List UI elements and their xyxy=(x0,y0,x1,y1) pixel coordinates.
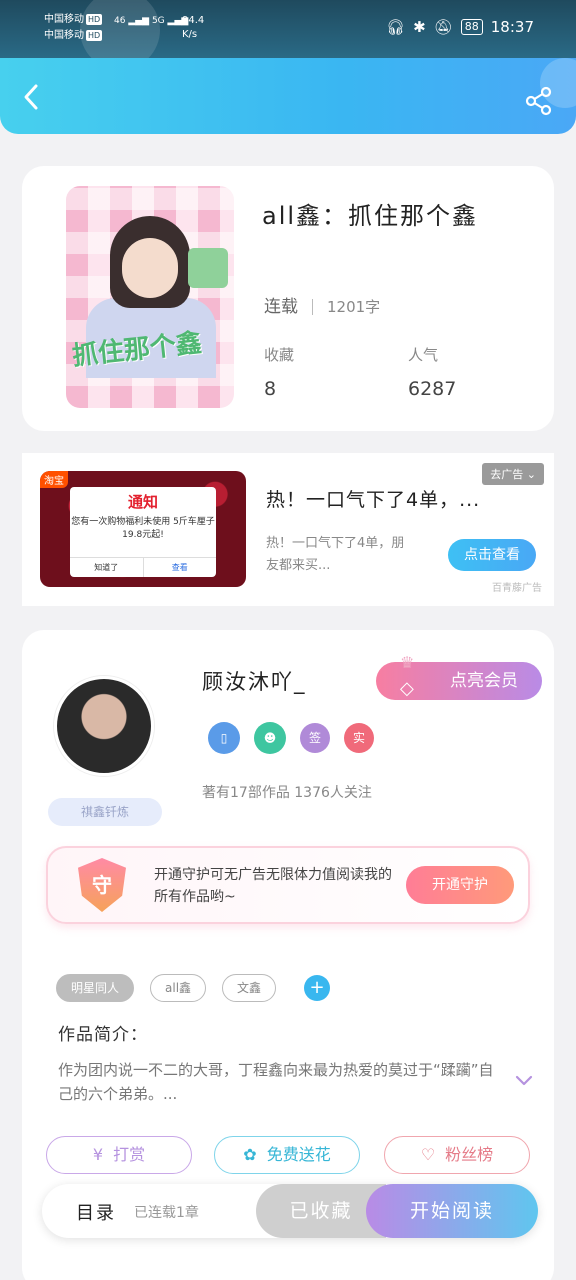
mute-bell-icon: 🔕︎ xyxy=(433,18,453,36)
ad-description: 热！一口气下了4单，朋友都来买... xyxy=(266,536,405,573)
guard-promo: 守 开通守护可无广告无限体力值阅读我的所有作品哟~ 开通守护 xyxy=(46,846,530,924)
ad-popup-title: 通知 xyxy=(127,493,158,511)
back-arrow-icon[interactable] xyxy=(18,82,48,112)
cover-art-face xyxy=(122,238,178,298)
bottom-action-bar: 目录 已连载1章 已收藏 开始阅读 xyxy=(42,1184,538,1238)
hd-badge: HD xyxy=(86,30,103,41)
network1-label: 46 xyxy=(114,16,126,26)
hd-badge: HD xyxy=(86,14,103,25)
divider xyxy=(312,299,313,315)
remove-ad-button[interactable]: 去广告 ⌄ xyxy=(482,463,544,485)
headphones-icon: 🎧︎ xyxy=(386,18,406,36)
ad-view-button[interactable]: 点击查看 xyxy=(448,539,536,571)
book-cover[interactable]: 抓住那个鑫 xyxy=(66,186,234,408)
send-flower-button[interactable]: ✿ 免费送花 xyxy=(214,1136,360,1174)
tag-item[interactable]: 明星同人 xyxy=(56,974,135,1002)
fan-group-badge[interactable]: 祺鑫钎炼 xyxy=(48,798,162,826)
battery-icon: 88 xyxy=(460,19,483,35)
guard-button[interactable]: 开通守护 xyxy=(406,866,514,904)
tag-item[interactable]: all鑫 xyxy=(150,974,207,1002)
user-heart-icon: ♡ xyxy=(420,1145,436,1164)
avatar[interactable] xyxy=(54,676,154,776)
book-title: all鑫：抓住那个鑫 xyxy=(262,202,479,230)
word-count: 1201字 xyxy=(327,298,381,316)
chevron-down-icon[interactable] xyxy=(514,1070,534,1090)
diamond-icon: ◇ xyxy=(400,678,414,699)
book-info-card: 抓住那个鑫 all鑫：抓住那个鑫 连载 1201字 收藏 8 人气 6287 xyxy=(22,166,554,431)
vip-button[interactable]: ♛ ◇ 点亮会员 xyxy=(376,653,542,700)
coin-icon: ¥ xyxy=(92,1145,104,1164)
vip-button-label: 点亮会员 xyxy=(450,671,518,691)
favorites-label: 收藏 xyxy=(264,346,295,364)
network-indicators: 46 ▂▄▆ 5G ▂▄▆ xyxy=(114,16,189,26)
author-card: 祺鑫钎炼 顾汝沐吖_ ♛ ◇ 点亮会员 ▯ ☻ 签 实 著有17部作品 1376… xyxy=(22,630,554,1280)
fans-label: 粉丝榜 xyxy=(445,1145,494,1164)
speed-unit: K/s xyxy=(182,29,198,40)
reward-label: 打赏 xyxy=(113,1145,146,1164)
app-header xyxy=(0,58,576,134)
ad-popup-view: 查看 xyxy=(142,558,217,577)
ad-popup: 通知 您有一次购物福利未使用 5斤车厘子19.8元起! 知道了 查看 xyxy=(70,487,216,577)
carrier1-label: 中国移动 xyxy=(44,14,84,25)
speed-value: 94.4 xyxy=(182,15,205,26)
carrier2-label: 中国移动 xyxy=(44,30,84,41)
flower-icon: ✿ xyxy=(243,1145,257,1164)
reward-button[interactable]: ¥ 打赏 xyxy=(46,1136,192,1174)
guard-text: 开通守护可无广告无限体力值阅读我的所有作品哟~ xyxy=(154,867,392,905)
ad-popup-body: 您有一次购物福利未使用 5斤车厘子19.8元起! xyxy=(71,517,215,540)
add-tag-icon[interactable]: + xyxy=(304,975,331,1001)
carrier-info: 中国移动 HD 中国移动 HD xyxy=(44,12,103,44)
intro-label: 作品简介： xyxy=(58,1025,148,1045)
ad-title: 热！一口气下了4单，... xyxy=(266,489,481,511)
bluetooth-icon: ✱ xyxy=(413,18,426,36)
author-badges: ▯ ☻ 签 实 xyxy=(208,722,374,754)
signed-badge-icon: 签 xyxy=(300,723,330,753)
favorites-value: 8 xyxy=(264,378,277,400)
network2-label: 5G xyxy=(151,16,165,26)
popularity-label: 人气 xyxy=(408,346,439,364)
verified-badge-icon: 实 xyxy=(344,723,374,753)
flower-label: 免费送花 xyxy=(266,1145,331,1164)
tag-list: 明星同人 all鑫 文鑫 + xyxy=(56,974,331,1002)
tag-item[interactable]: 文鑫 xyxy=(222,974,277,1002)
popularity-value: 6287 xyxy=(408,378,457,400)
status-bar: 中国移动 HD 中国移动 HD 46 ▂▄▆ 5G ▂▄▆ 94.4 K/s 🎧︎ … xyxy=(0,0,576,70)
taobao-badge: 淘宝 xyxy=(40,471,68,488)
serial-status: 连载 xyxy=(264,297,298,317)
ad-popup-dismiss: 知道了 xyxy=(94,563,119,572)
author-stats: 著有17部作品 1376人关注 xyxy=(202,785,372,801)
time-label: 18:37 xyxy=(490,18,534,36)
toc-button[interactable]: 目录 xyxy=(76,1199,116,1225)
ad-banner[interactable]: 淘宝 通知 您有一次购物福利未使用 5斤车厘子19.8元起! 知道了 查看 去广… xyxy=(22,453,554,606)
phone-badge-icon: ▯ xyxy=(208,722,240,754)
cover-art-block xyxy=(188,248,228,288)
serial-info: 连载 1201字 xyxy=(264,292,380,317)
toc-status[interactable]: 已连载1章 xyxy=(134,1202,199,1222)
author-name[interactable]: 顾汝沐吖_ xyxy=(202,666,307,696)
fan-ranking-button[interactable]: ♡ 粉丝榜 xyxy=(384,1136,530,1174)
share-icon[interactable] xyxy=(524,86,554,116)
handshake-badge-icon: ☻ xyxy=(254,722,286,754)
ad-popup-buttons: 知道了 查看 xyxy=(70,557,216,577)
start-reading-button[interactable]: 开始阅读 xyxy=(366,1184,538,1238)
ad-image[interactable]: 淘宝 通知 您有一次购物福利未使用 5斤车厘子19.8元起! 知道了 查看 xyxy=(40,471,246,587)
ad-source: 百青藤广告 xyxy=(492,583,542,594)
shield-icon: 守 xyxy=(78,858,126,912)
intro-text: 作为团内说一不二的大哥，丁程鑫向来最为热爱的莫过于“蹂躏”自己的六个弟弟。... xyxy=(58,1061,494,1103)
network-speed: 94.4 K/s xyxy=(182,14,204,42)
status-right: 🎧︎ ✱ 🔕︎ 88 18:37 xyxy=(386,18,534,36)
